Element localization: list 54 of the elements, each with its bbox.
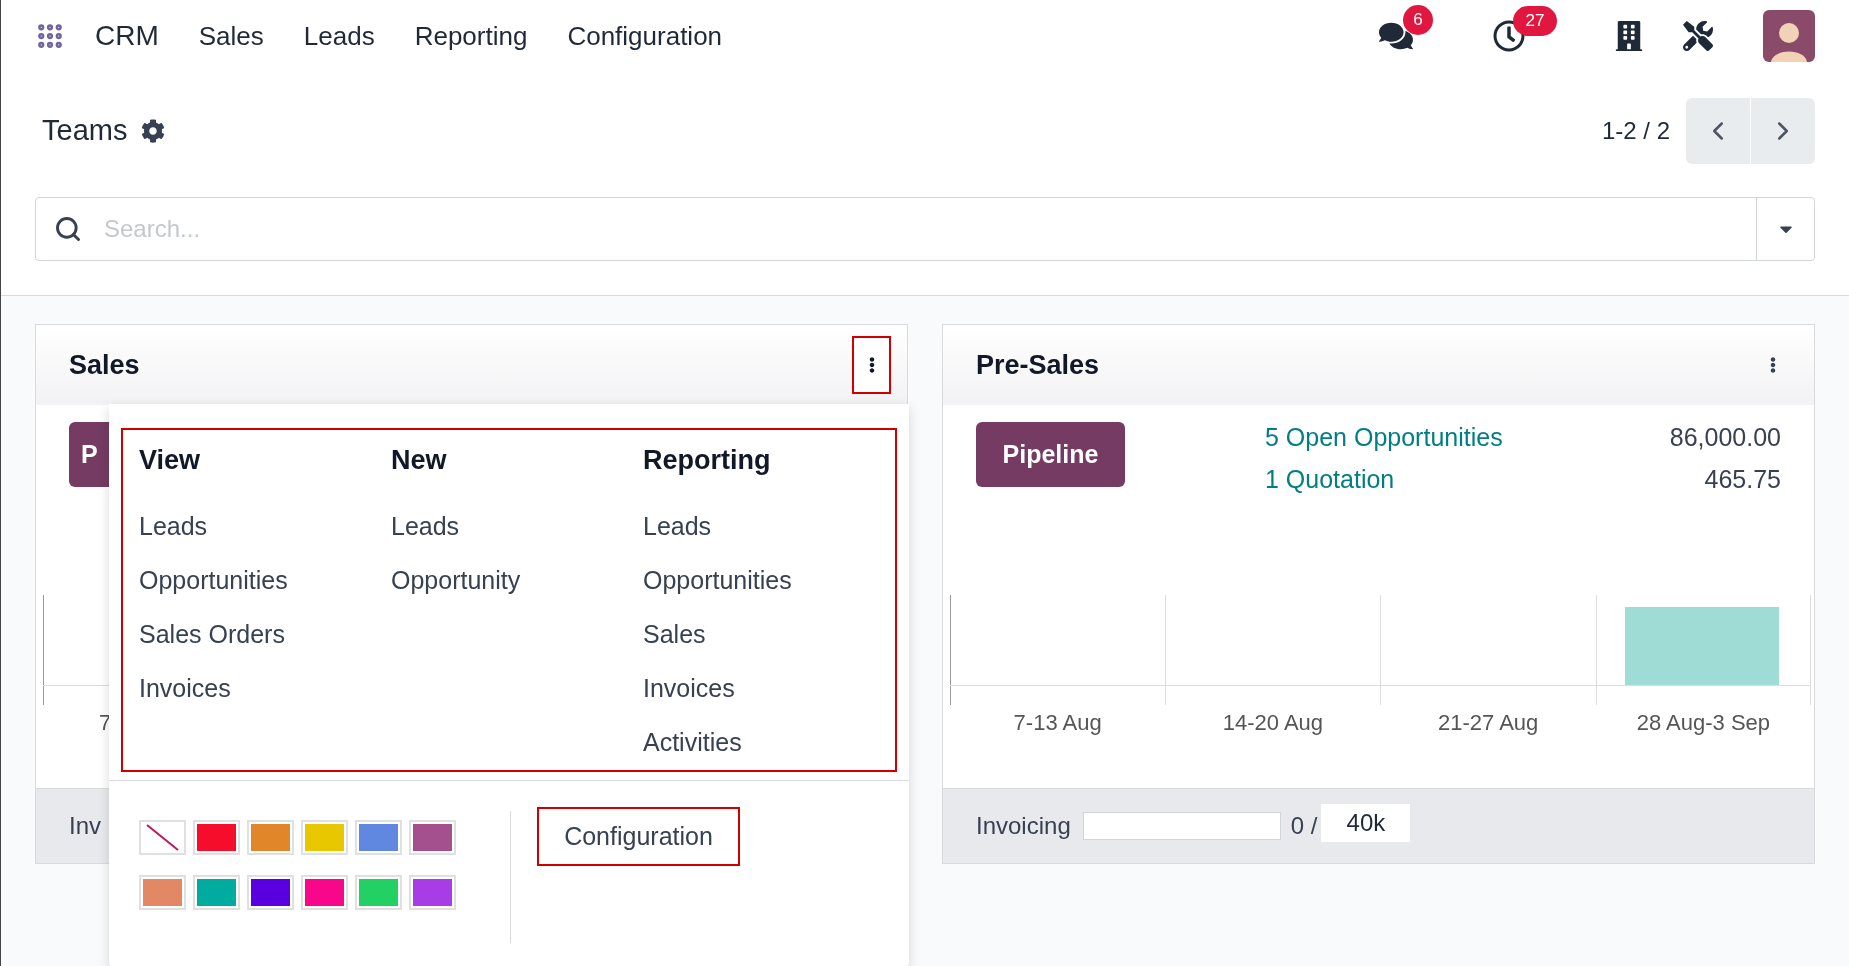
clock-icon[interactable] — [1493, 20, 1525, 52]
apps-menu-icon[interactable] — [35, 21, 65, 51]
week-label: 28 Aug-3 Sep — [1635, 708, 1772, 737]
menu-entry[interactable]: Activities — [643, 716, 742, 770]
menu-item[interactable]: Leads — [283, 16, 395, 56]
target-field[interactable]: 40k — [1321, 804, 1411, 842]
configuration-button[interactable]: Configuration — [537, 807, 740, 866]
menu-entry[interactable]: Invoices — [139, 662, 231, 716]
settings-icon[interactable] — [141, 119, 166, 143]
building-icon[interactable] — [1615, 21, 1643, 51]
team-name: Sales — [69, 348, 140, 382]
menu-item[interactable]: Reporting — [394, 16, 548, 56]
team-name: Pre-Sales — [976, 348, 1100, 382]
menu-entry[interactable]: Invoices — [643, 662, 735, 716]
footer-label: Inv — [69, 811, 101, 841]
kebab-icon — [868, 355, 875, 375]
stat-value: 465.75 — [1704, 464, 1781, 496]
app-name[interactable]: CRM — [95, 15, 159, 57]
menu-entry[interactable]: Sales — [643, 608, 706, 662]
menu-entry[interactable]: Opportunity — [391, 554, 521, 608]
stat-value: 86,000.00 — [1669, 422, 1781, 454]
progress-reading: 0 / — [1290, 811, 1318, 841]
menu-entry[interactable]: Leads — [643, 500, 712, 554]
no-color-swatch[interactable] — [139, 820, 186, 855]
section-heading: Reporting — [643, 443, 772, 477]
menu-entry[interactable]: Opportunities — [139, 554, 288, 608]
user-avatar[interactable] — [1763, 10, 1815, 62]
menu-item[interactable]: Sales — [178, 16, 284, 56]
menu-entry[interactable]: Leads — [139, 500, 208, 554]
section-heading: New — [391, 443, 448, 477]
section-heading: View — [139, 443, 202, 477]
menu-entry[interactable]: Leads — [391, 500, 460, 554]
pager-value[interactable]: 1-2 / 2 — [1601, 113, 1670, 149]
menu-entry[interactable]: Opportunities — [643, 554, 792, 608]
week-label: 7 — [99, 708, 112, 737]
week-label: 14-20 Aug — [1221, 708, 1325, 737]
search-icon — [54, 215, 82, 243]
week-label: 7-13 Aug — [1012, 708, 1103, 737]
menu-entry[interactable]: Sales Orders — [139, 608, 285, 662]
stat-link[interactable]: 1 Quotation — [1265, 461, 1395, 499]
kebab-menu-button[interactable] — [852, 336, 891, 394]
search-bar[interactable]: Search... — [35, 197, 1815, 261]
week-label: 21-27 Aug — [1436, 708, 1540, 737]
page-title: Teams — [42, 113, 128, 149]
footer-label: Invoicing — [976, 811, 1071, 841]
pipeline-button[interactable]: Pipeline — [976, 422, 1125, 487]
activity-count-badge: 27 — [1513, 6, 1557, 36]
kebab-icon — [1770, 355, 1776, 375]
search-field[interactable]: Search... — [104, 211, 1756, 247]
stat-link[interactable]: 5 Open Opportunities — [1265, 419, 1503, 457]
tools-icon[interactable] — [1683, 21, 1713, 51]
menu-item[interactable]: Configuration — [547, 16, 743, 56]
message-count-badge: 6 — [1403, 5, 1433, 35]
pipeline-button[interactable]: P — [69, 422, 109, 487]
